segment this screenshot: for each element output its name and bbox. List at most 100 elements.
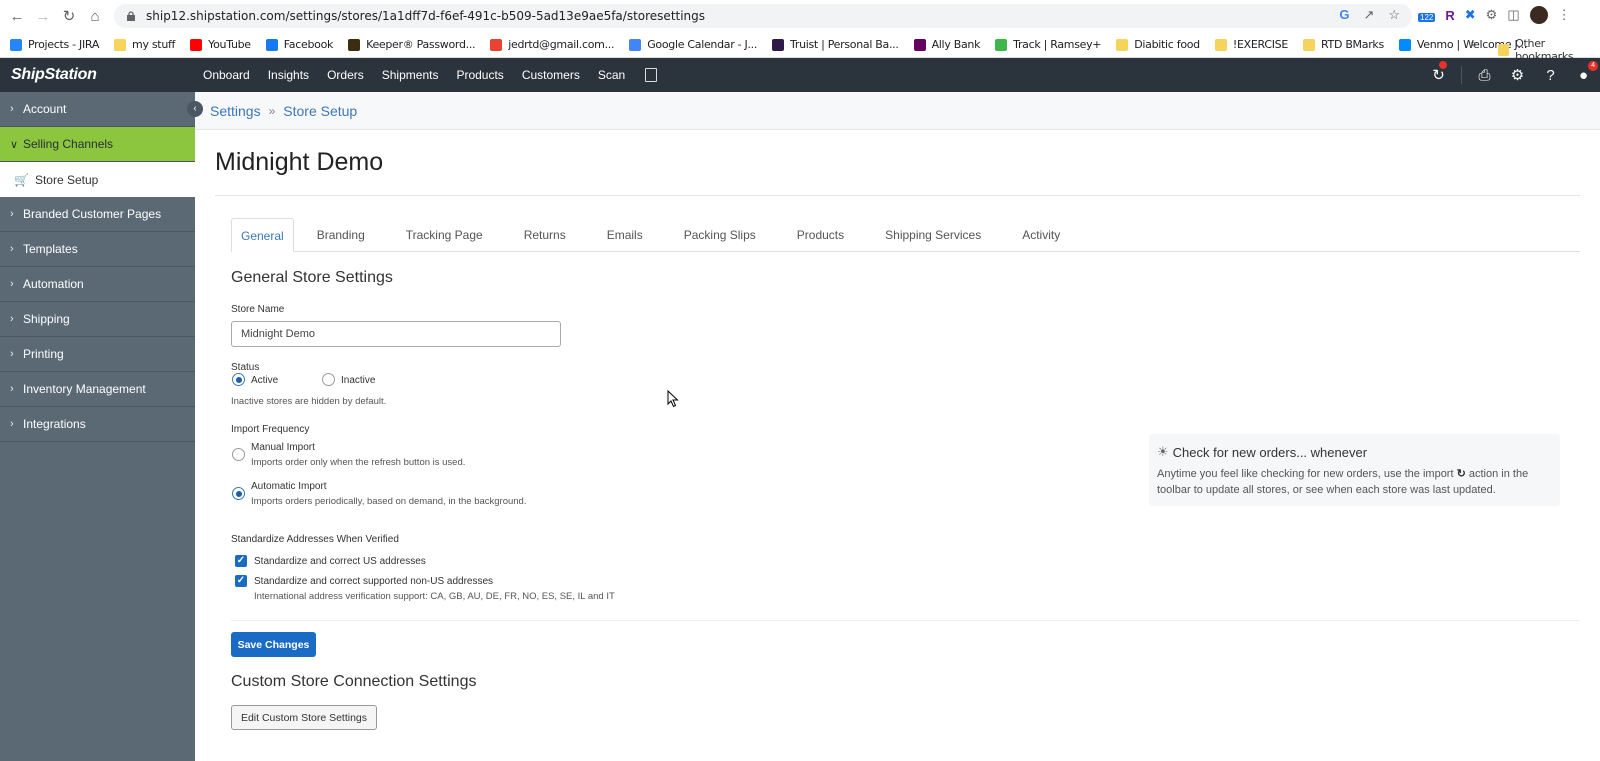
bookmark-favicon-icon — [265, 38, 278, 51]
nav-products[interactable]: Products — [456, 68, 503, 82]
sidebar-subitem-store-setup[interactable]: 🛒 Store Setup — [0, 162, 196, 197]
bookmark-item[interactable]: Keeper® Password... — [348, 38, 476, 51]
automatic-import-radio[interactable] — [232, 487, 245, 500]
chevron-right-icon: › — [10, 313, 14, 325]
menu-icon[interactable]: ⋮ — [1558, 7, 1571, 23]
header-divider — [1461, 66, 1462, 84]
status-active-radio[interactable] — [232, 373, 245, 386]
bookmark-item[interactable]: Facebook — [265, 38, 333, 51]
sidebar-item-printing[interactable]: › Printing — [0, 337, 195, 372]
bookmark-item[interactable]: Truist | Personal Ba... — [772, 38, 899, 51]
breadcrumb-separator: » — [268, 103, 276, 118]
nav-orders[interactable]: Orders — [327, 68, 364, 82]
tab-activity[interactable]: Activity — [1022, 218, 1060, 252]
standardize-us-label[interactable]: Standardize and correct US addresses — [254, 556, 426, 567]
bookmark-favicon-icon — [348, 38, 361, 51]
shipstation-logo[interactable]: ShipStation — [11, 66, 189, 84]
bookmark-favicon-icon — [490, 38, 503, 51]
bookmark-item[interactable]: Projects - JIRA — [10, 38, 99, 51]
tab-emails[interactable]: Emails — [607, 218, 643, 252]
manual-import-hint: Imports order only when the refresh butt… — [251, 457, 466, 468]
sidebar-item-label: Selling Channels — [23, 137, 114, 151]
tab-shipping-services[interactable]: Shipping Services — [885, 218, 981, 252]
sidebar-item-shipping[interactable]: › Shipping — [0, 302, 195, 337]
bookmark-item[interactable]: Diabitic food — [1116, 38, 1200, 51]
help-icon[interactable]: ? — [1534, 67, 1567, 84]
calculator-icon[interactable] — [645, 68, 658, 82]
bookmark-item[interactable]: RTD BMarks — [1302, 38, 1384, 51]
star-icon[interactable]: ☆ — [1388, 7, 1400, 23]
standardize-intl-label[interactable]: Standardize and correct supported non-US… — [254, 576, 493, 587]
r-extension-icon[interactable]: R — [1445, 8, 1454, 23]
sidebar-item-automation[interactable]: › Automation — [0, 267, 195, 302]
back-icon[interactable]: ← — [4, 3, 30, 29]
bookmark-item[interactable]: Google Calendar - J... — [629, 38, 757, 51]
tab-general[interactable]: General — [231, 218, 294, 252]
nav-onboard[interactable]: Onboard — [203, 68, 250, 82]
save-changes-button[interactable]: Save Changes — [231, 632, 316, 657]
store-name-input[interactable] — [231, 321, 561, 347]
bookmark-item[interactable]: jedrtd@gmail.com... — [490, 38, 614, 51]
reload-icon[interactable]: ↻ — [56, 3, 82, 29]
user-icon[interactable]: ● 4 — [1567, 60, 1600, 84]
sidebar-item-selling-channels[interactable]: ∨ Selling Channels — [0, 127, 195, 162]
bookmark-item[interactable]: !EXERCISE — [1214, 38, 1288, 51]
bookmark-label: Diabitic food — [1134, 38, 1200, 51]
sidebar-item-branded-customer-pages[interactable]: › Branded Customer Pages — [0, 197, 195, 232]
tab-returns[interactable]: Returns — [524, 218, 566, 252]
nav-insights[interactable]: Insights — [268, 68, 309, 82]
google-icon[interactable]: G — [1339, 7, 1349, 23]
sidebar-item-inventory-management[interactable]: › Inventory Management — [0, 372, 195, 407]
extension-icon[interactable]: 122 — [1418, 8, 1436, 23]
printer-icon[interactable]: ⎙ — [1468, 67, 1501, 84]
edit-custom-store-settings-button[interactable]: Edit Custom Store Settings — [231, 705, 377, 730]
main-content: Midnight Demo General Branding Tracking Pa… — [195, 130, 1600, 761]
puzzle-icon[interactable]: ⚙ — [1486, 7, 1498, 23]
tab-tracking-page[interactable]: Tracking Page — [406, 218, 483, 252]
nav-customers[interactable]: Customers — [522, 68, 580, 82]
sidebar-item-account[interactable]: › Account — [0, 92, 195, 127]
settings-gear-icon[interactable]: ⚙ — [1501, 66, 1534, 84]
forward-icon[interactable]: → — [30, 3, 56, 29]
status-inactive-radio[interactable] — [322, 373, 335, 386]
manual-import-radio[interactable] — [232, 448, 245, 461]
sidebar-item-templates[interactable]: › Templates — [0, 232, 195, 267]
sidebar-item-integrations[interactable]: › Integrations — [0, 407, 195, 442]
address-bar[interactable]: ship12.shipstation.com/settings/stores/1… — [114, 4, 1412, 28]
tab-packing-slips[interactable]: Packing Slips — [684, 218, 756, 252]
status-inactive-label[interactable]: Inactive — [341, 375, 375, 386]
status-hint: Inactive stores are hidden by default. — [231, 396, 387, 407]
share-icon[interactable]: ↗ — [1363, 7, 1374, 23]
bookmarks-overflow-icon[interactable]: » — [1470, 37, 1477, 51]
profile-avatar[interactable] — [1529, 6, 1548, 24]
status-active-label[interactable]: Active — [251, 375, 278, 386]
bookmark-favicon-icon — [10, 38, 22, 51]
standardize-us-checkbox[interactable]: ✓ — [235, 555, 247, 567]
browser-toolbar: ← → ↻ ⌂ ship12.shipstation.com/settings/… — [0, 0, 1600, 32]
jira-extension-icon[interactable]: ✖ — [1465, 7, 1476, 23]
bookmark-label: Google Calendar - J... — [647, 38, 758, 51]
chevron-right-icon: › — [10, 278, 14, 290]
logo-text: ShipStation — [11, 66, 97, 83]
bookmark-label: my stuff — [132, 38, 176, 51]
sidebar-item-label: Templates — [23, 242, 78, 256]
collapse-sidebar-icon[interactable]: ‹ — [187, 101, 203, 117]
manual-import-label[interactable]: Manual Import — [251, 442, 315, 453]
bookmark-label: Projects - JIRA — [28, 38, 100, 51]
refresh-icon[interactable]: ↻ — [1422, 61, 1455, 84]
nav-shipments[interactable]: Shipments — [382, 68, 439, 82]
bookmark-item[interactable]: Track | Ramsey+ — [995, 38, 1102, 51]
bookmark-item[interactable]: YouTube — [190, 38, 251, 51]
store-tabs: General Branding Tracking Page Returns Email… — [231, 218, 1580, 252]
sidepanel-icon[interactable]: ◫ — [1507, 7, 1519, 23]
breadcrumb-settings[interactable]: Settings — [210, 103, 261, 119]
tab-products[interactable]: Products — [797, 218, 844, 252]
standardize-intl-checkbox[interactable]: ✓ — [235, 575, 247, 587]
automatic-import-label[interactable]: Automatic Import — [251, 481, 327, 492]
breadcrumb-store-setup[interactable]: Store Setup — [283, 103, 357, 119]
nav-scan[interactable]: Scan — [598, 68, 625, 82]
bookmark-item[interactable]: my stuff — [114, 38, 175, 51]
bookmark-item[interactable]: Ally Bank — [913, 38, 980, 51]
tab-branding[interactable]: Branding — [317, 218, 365, 252]
home-icon[interactable]: ⌂ — [82, 3, 108, 29]
